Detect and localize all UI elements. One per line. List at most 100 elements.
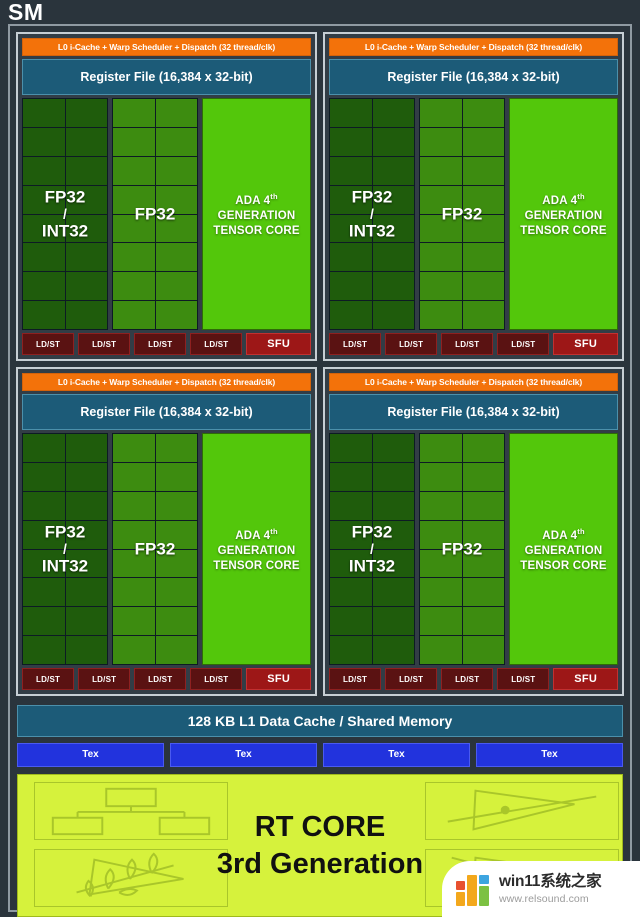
core-cell	[372, 636, 414, 664]
core-cell	[420, 272, 462, 301]
ldst-unit[interactable]: LD/ST	[134, 333, 187, 355]
core-cell	[155, 520, 197, 549]
core-cell	[155, 636, 197, 664]
ldst-unit[interactable]: LD/ST	[22, 668, 75, 690]
ldst-unit[interactable]: LD/ST	[497, 333, 550, 355]
tex-unit-0[interactable]: Tex	[17, 743, 164, 767]
processing-block-0[interactable]: L0 i-Cache + Warp Scheduler + Dispatch (…	[16, 32, 317, 361]
sfu-unit[interactable]: SFU	[246, 668, 311, 690]
core-cell	[23, 607, 65, 636]
core-cell	[420, 520, 462, 549]
core-cell	[113, 301, 155, 329]
tensor-core[interactable]: ADA 4th GENERATION TENSOR CORE	[509, 433, 618, 665]
core-cell	[23, 243, 65, 272]
core-cell	[372, 99, 414, 127]
ldst-unit[interactable]: LD/ST	[134, 668, 187, 690]
ldst-unit[interactable]: LD/ST	[78, 668, 131, 690]
core-cell	[23, 434, 65, 462]
fp32-unit-array: FP32	[112, 433, 198, 665]
core-cell	[155, 243, 197, 272]
ldst-unit[interactable]: LD/ST	[385, 333, 438, 355]
core-cell	[23, 99, 65, 127]
core-cell	[462, 578, 504, 607]
ldst-unit[interactable]: LD/ST	[190, 668, 243, 690]
core-cell	[330, 578, 372, 607]
tex-unit-2[interactable]: Tex	[323, 743, 470, 767]
ldst-unit[interactable]: LD/ST	[441, 333, 494, 355]
ldst-unit[interactable]: LD/ST	[497, 668, 550, 690]
core-cell	[372, 578, 414, 607]
warp-scheduler-bar: L0 i-Cache + Warp Scheduler + Dispatch (…	[329, 38, 618, 56]
core-cell	[462, 243, 504, 272]
warp-scheduler-bar: L0 i-Cache + Warp Scheduler + Dispatch (…	[22, 38, 311, 56]
ldst-unit[interactable]: LD/ST	[441, 668, 494, 690]
tensor-core-line1: ADA 4	[235, 194, 271, 207]
processing-block-2[interactable]: L0 i-Cache + Warp Scheduler + Dispatch (…	[16, 367, 317, 696]
ldst-unit[interactable]: LD/ST	[385, 668, 438, 690]
fp32-int32-unit-array: FP32 / INT32	[22, 433, 108, 665]
ldst-unit[interactable]: LD/ST	[22, 333, 75, 355]
core-cell	[420, 185, 462, 214]
ldst-unit[interactable]: LD/ST	[78, 333, 131, 355]
core-cell	[372, 301, 414, 329]
core-row: FP32 / INT32 FP32 ADA 4th GENERATION TEN…	[22, 98, 311, 330]
core-cell	[65, 434, 107, 462]
core-cell	[372, 185, 414, 214]
tensor-core[interactable]: ADA 4th GENERATION TENSOR CORE	[202, 98, 311, 330]
core-cell	[330, 607, 372, 636]
processing-block-1[interactable]: L0 i-Cache + Warp Scheduler + Dispatch (…	[323, 32, 624, 361]
tensor-core[interactable]: ADA 4th GENERATION TENSOR CORE	[509, 98, 618, 330]
ldst-unit[interactable]: LD/ST	[190, 333, 243, 355]
core-cell	[420, 434, 462, 462]
core-cell	[65, 636, 107, 664]
core-cell	[462, 301, 504, 329]
core-cell	[113, 214, 155, 243]
core-cell	[420, 607, 462, 636]
core-cell	[372, 272, 414, 301]
sfu-unit[interactable]: SFU	[553, 668, 618, 690]
processing-block-3[interactable]: L0 i-Cache + Warp Scheduler + Dispatch (…	[323, 367, 624, 696]
core-cell	[65, 549, 107, 578]
core-cell	[113, 607, 155, 636]
core-cell	[462, 185, 504, 214]
ldst-unit[interactable]: LD/ST	[329, 333, 382, 355]
ray-triangle-intersect-icon	[425, 782, 619, 840]
core-cell	[420, 636, 462, 664]
register-file: Register File (16,384 x 32-bit)	[22, 59, 311, 95]
ldst-unit[interactable]: LD/ST	[329, 668, 382, 690]
ldst-sfu-row: LD/ST LD/ST LD/ST LD/ST SFU	[329, 333, 618, 355]
core-cell	[372, 214, 414, 243]
core-cell	[155, 127, 197, 156]
core-cell	[420, 99, 462, 127]
core-cell	[113, 636, 155, 664]
fp32-unit-array: FP32	[419, 433, 505, 665]
tensor-core-ordinal: th	[577, 527, 585, 537]
tensor-core-line2: GENERATION	[217, 544, 296, 557]
register-file: Register File (16,384 x 32-bit)	[329, 394, 618, 430]
sfu-unit[interactable]: SFU	[246, 333, 311, 355]
core-cell	[330, 127, 372, 156]
rt-core-title-line2: 3rd Generation	[216, 847, 424, 880]
core-cell	[155, 214, 197, 243]
core-cell	[330, 214, 372, 243]
tex-unit-1[interactable]: Tex	[170, 743, 317, 767]
core-cell	[65, 520, 107, 549]
tensor-core-line3: TENSOR CORE	[213, 224, 300, 237]
tex-unit-3[interactable]: Tex	[476, 743, 623, 767]
core-row: FP32 / INT32 FP32 ADA 4th GENERATION TEN…	[329, 433, 618, 665]
page-title: SM	[8, 0, 44, 25]
tensor-core[interactable]: ADA 4th GENERATION TENSOR CORE	[202, 433, 311, 665]
core-cell	[420, 578, 462, 607]
fp32-int32-unit-array: FP32 / INT32	[22, 98, 108, 330]
core-cell	[372, 243, 414, 272]
tensor-core-line1: ADA 4	[235, 529, 271, 542]
core-cell	[113, 520, 155, 549]
core-cell	[462, 127, 504, 156]
core-cell	[155, 434, 197, 462]
sfu-unit[interactable]: SFU	[553, 333, 618, 355]
ldst-sfu-row: LD/ST LD/ST LD/ST LD/ST SFU	[22, 668, 311, 690]
core-cell	[155, 272, 197, 301]
l1-data-cache[interactable]: 128 KB L1 Data Cache / Shared Memory	[17, 705, 623, 737]
core-cell	[330, 301, 372, 329]
processing-block-grid: L0 i-Cache + Warp Scheduler + Dispatch (…	[14, 30, 626, 698]
